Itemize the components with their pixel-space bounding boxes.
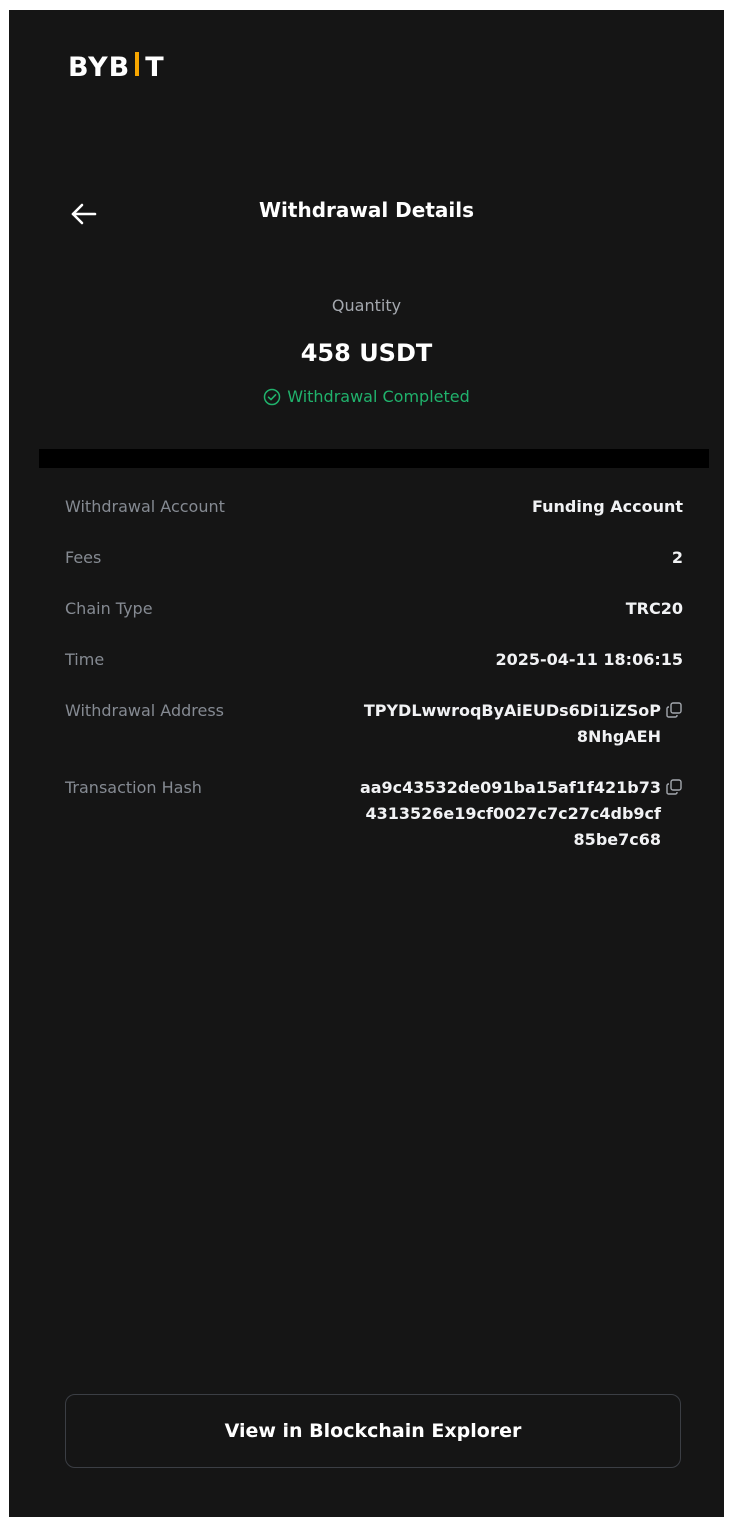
address-text: TPYDLwwroqByAiEUDs6Di1iZSoP 8NhgAEH [364,698,661,750]
hash-text: aa9c43532de091ba15af1f421b73 4313526e19c… [360,775,661,853]
detail-value: 2025-04-11 18:06:15 [495,650,683,669]
logo-text-left: BYB [68,51,131,83]
detail-row-time: Time 2025-04-11 18:06:15 [65,647,683,673]
details-list: Withdrawal Account Funding Account Fees … [65,494,683,878]
detail-label: Fees [65,548,102,567]
detail-label: Transaction Hash [65,778,202,797]
hash-line: aa9c43532de091ba15af1f421b73 [359,778,661,797]
copy-icon[interactable] [665,778,683,796]
hash-value: aa9c43532de091ba15af1f421b73 4313526e19c… [360,775,683,853]
detail-value: TRC20 [625,599,683,618]
hash-line: 4313526e19cf0027c7c27c4db9cf [365,804,662,823]
bybit-logo: BYB T [68,47,165,87]
detail-row-fees: Fees 2 [65,545,683,571]
detail-label: Time [65,650,105,669]
view-blockchain-explorer-button[interactable]: View in Blockchain Explorer [65,1394,681,1468]
status-text: Withdrawal Completed [287,387,470,406]
address-value: TPYDLwwroqByAiEUDs6Di1iZSoP 8NhgAEH [364,698,683,750]
quantity-label: Quantity [331,296,402,315]
logo-text-right: T [145,51,165,83]
detail-value: 2 [671,548,683,567]
hash-line: 85be7c68 [573,830,661,849]
detail-label: Withdrawal Account [65,497,225,516]
detail-label: Chain Type [65,599,153,618]
address-line: 8NhgAEH [576,727,661,746]
detail-row-chain-type: Chain Type TRC20 [65,596,683,622]
logo-accent-bar [135,52,140,76]
withdrawal-details-screen: BYB T Withdrawal Details Quantity 458 US… [9,10,724,1517]
quantity-value: 458 USDT [300,339,433,367]
detail-row-withdrawal-address: Withdrawal Address TPYDLwwroqByAiEUDs6Di… [65,698,683,750]
section-divider [39,449,709,468]
detail-row-withdrawal-account: Withdrawal Account Funding Account [65,494,683,520]
detail-label: Withdrawal Address [65,701,225,720]
address-line: TPYDLwwroqByAiEUDs6Di1iZSoP [363,701,661,720]
status-badge: Withdrawal Completed [9,384,724,410]
check-circle-icon [263,388,281,406]
detail-value: Funding Account [531,497,683,516]
page-title: Withdrawal Details [258,198,475,222]
copy-icon[interactable] [665,701,683,719]
detail-row-transaction-hash: Transaction Hash aa9c43532de091ba15af1f4… [65,775,683,853]
